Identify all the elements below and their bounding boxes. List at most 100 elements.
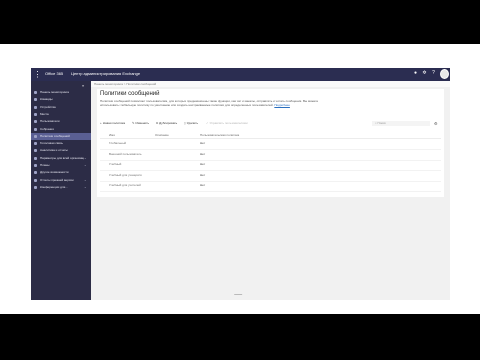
app-title: Центр администрирования Exchange — [71, 71, 141, 76]
legacy-icon — [34, 171, 37, 175]
sidebar-item[interactable]: Голосовая связь — [31, 140, 91, 147]
trash-icon: ▯ — [184, 121, 186, 125]
column-custom-policy[interactable]: Пользовательская политика — [200, 133, 239, 138]
manage-users-button[interactable]: ✓Управлять пользователями — [206, 121, 248, 126]
sidebar-item[interactable]: Команды — [31, 96, 91, 103]
analytics-icon — [34, 149, 37, 153]
edit-label: Изменить — [135, 121, 150, 125]
sidebar-item-label: Отчеты прежней версии — [40, 177, 74, 182]
sidebar: « Панель мониторинга Команды Устройства Мес… — [31, 81, 91, 300]
top-bar: ⋮ Office 365 Центр администрирования Exc… — [31, 68, 450, 81]
sidebar-item-label: Планы — [40, 163, 50, 167]
sidebar-item[interactable]: Пользователи — [31, 118, 91, 125]
people-icon: ✓ — [206, 121, 209, 125]
sidebar-item-label: Пользователи — [40, 119, 60, 124]
table-row[interactable]: Глобальный Нет — [100, 139, 441, 150]
sidebar-item[interactable]: Собрания — [31, 126, 91, 133]
main-content: Панель мониторинга > Политики сообщений … — [91, 81, 450, 300]
browser-window: ⋮ Office 365 Центр администрирования Exc… — [31, 68, 450, 300]
avatar[interactable] — [440, 69, 449, 79]
video-frame: ⋮ Office 365 Центр администрирования Exc… — [0, 44, 480, 314]
messaging-icon — [34, 134, 37, 138]
cell-custom: Нет — [200, 162, 206, 166]
chevron-down-icon: ⌄ — [84, 177, 87, 182]
dashboard-icon — [34, 91, 37, 94]
sidebar-item-label: Голосовая связь — [40, 141, 63, 146]
meetings-icon — [34, 127, 37, 131]
column-description[interactable]: Описание — [155, 133, 169, 138]
sidebar-item[interactable]: Планы ⌄ — [31, 162, 91, 169]
duplicate-label: Дублировать — [159, 121, 178, 125]
chevron-down-icon: ⌄ — [84, 163, 87, 167]
sidebar-item-label: Политики сообщений — [40, 133, 70, 138]
sidebar-item-label: Конференции для... — [40, 184, 68, 189]
delete-label: Удалить — [186, 121, 199, 125]
sidebar-item-label: Команды — [40, 97, 53, 102]
cell-name[interactable]: Учебный для учащихся — [109, 173, 142, 178]
gear-icon[interactable]: ✲ — [422, 71, 427, 76]
cell-custom: Нет — [200, 141, 206, 145]
sidebar-item-label: Устройства — [40, 104, 56, 109]
table-row[interactable]: Внешний пользователь Нет — [100, 150, 441, 161]
sidebar-item[interactable]: Аналитика и отчеты — [31, 147, 91, 154]
sidebar-item[interactable]: Конференции для... ⌄ — [31, 184, 91, 191]
org-settings-icon — [34, 156, 37, 160]
sidebar-item-label: Параметры для всей организации — [40, 155, 84, 160]
search-input[interactable]: ⌕ Поиск — [372, 121, 430, 126]
planning-icon — [34, 164, 37, 167]
delete-button[interactable]: ▯Удалить — [184, 121, 198, 126]
new-policy-button[interactable]: +Новая политика — [100, 121, 125, 126]
chevron-down-icon: ⌄ — [84, 155, 87, 160]
cell-name[interactable]: Глобальный — [109, 141, 126, 146]
plus-icon: + — [100, 121, 102, 125]
table-row[interactable]: Учебный для учителей Нет — [100, 181, 441, 192]
page-title: Политики сообщений — [100, 91, 160, 97]
breadcrumb[interactable]: Панель мониторинга > Политики сообщений — [91, 81, 450, 87]
sidebar-item[interactable]: Места — [31, 111, 91, 118]
call-quality-icon — [34, 185, 37, 189]
edit-button[interactable]: ✎Изменить — [132, 121, 149, 126]
devices-icon — [34, 105, 37, 109]
sidebar-item[interactable]: Параметры для всей организации ⌄ — [31, 155, 91, 162]
help-icon[interactable]: ? — [431, 71, 436, 76]
sidebar-item-label: Другие возможности — [40, 170, 69, 175]
cell-name[interactable]: Учебный для учителей — [109, 183, 141, 188]
pencil-icon: ✎ — [132, 121, 135, 125]
locations-icon — [34, 112, 37, 116]
learn-more-link[interactable]: Подробнее — [274, 103, 290, 107]
sidebar-item[interactable]: Другие возможности — [31, 169, 91, 176]
duplicate-button[interactable]: ⧉Дублировать — [156, 121, 177, 126]
sidebar-item-label: Панель мониторинга — [40, 90, 69, 94]
policy-card: Политики сообщений Политики сообщений по… — [97, 89, 444, 197]
sidebar-item[interactable]: Панель мониторинга — [31, 89, 91, 96]
chevron-down-icon: ⌄ — [84, 184, 87, 189]
table-row[interactable]: Учебный Нет — [100, 160, 441, 171]
voice-icon — [34, 142, 37, 146]
page-description: Политики сообщений позволяют пользовател… — [100, 99, 330, 107]
brand-label[interactable]: Office 365 — [45, 71, 63, 77]
collapse-nav-icon[interactable]: « — [82, 83, 84, 88]
reports-icon — [34, 178, 37, 182]
cell-name[interactable]: Внешний пользователь — [109, 152, 142, 157]
copy-icon: ⧉ — [156, 121, 159, 125]
sidebar-item[interactable]: Политики сообщений — [31, 132, 91, 140]
waffle-icon[interactable]: ⋮ — [33, 70, 42, 79]
search-placeholder: Поиск — [377, 121, 386, 125]
cell-custom: Нет — [200, 151, 206, 156]
mouse-cursor: ⸺ — [234, 292, 243, 298]
sidebar-item-label: Аналитика и отчеты — [40, 148, 68, 153]
cell-custom: Нет — [200, 172, 206, 177]
column-options-icon[interactable]: ⚙ — [434, 121, 438, 126]
table-row[interactable]: Учебный для учащихся Нет — [100, 171, 441, 182]
sidebar-item-label: Места — [40, 111, 49, 116]
manage-users-label: Управлять пользователями — [209, 121, 248, 125]
new-policy-label: Новая политика — [102, 121, 126, 125]
cell-name[interactable]: Учебный — [109, 162, 121, 167]
teams-icon — [34, 98, 37, 102]
column-name[interactable]: Имя — [109, 133, 115, 138]
search-icon: ⌕ — [375, 121, 377, 125]
sidebar-item[interactable]: Устройства — [31, 104, 91, 111]
toolbar: +Новая политика ✎Изменить ⧉Дублировать ▯… — [100, 121, 441, 126]
sidebar-item[interactable]: Отчеты прежней версии ⌄ — [31, 177, 91, 184]
bell-icon[interactable]: ● — [413, 71, 418, 76]
